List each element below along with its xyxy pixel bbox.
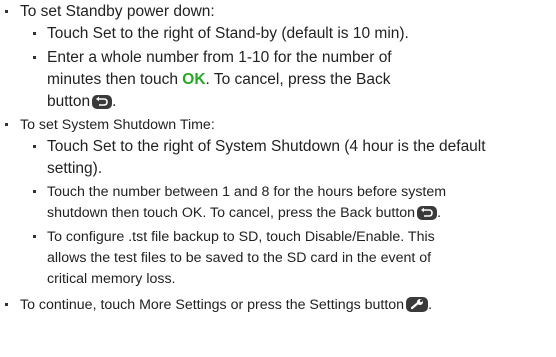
instruction-document: To set Standby power down: Touch Set to … (0, 0, 556, 357)
shutdown-step-1-line-2: setting). (47, 160, 103, 177)
standby-step-2-line-3: button (47, 93, 91, 110)
shutdown-step-3-line-1: To configure .tst file backup to SD, tou… (47, 229, 435, 245)
shutdown-step-1-cont: setting). (0, 159, 556, 179)
standby-step-2-cont-1: minutes then touch OK. To cancel, press … (0, 70, 556, 90)
bullet (33, 145, 36, 148)
bullet (33, 190, 36, 193)
shutdown-heading-item: To set System Shutdown Time: (0, 115, 556, 135)
shutdown-step-2-period: . (437, 205, 442, 221)
continue-item: To continue, touch More Settings or pres… (0, 295, 556, 315)
shutdown-heading-text: To set System Shutdown Time: (20, 117, 215, 133)
standby-step-2-period: . (112, 93, 117, 110)
standby-step-2-line-2: minutes then touch (47, 71, 183, 88)
standby-step-2-line-2-end: . To cancel, press the Back (205, 71, 391, 88)
standby-step-2-line-1: Enter a whole number from 1-10 for the n… (47, 49, 392, 66)
continue-text: To continue, touch More Settings or pres… (20, 297, 405, 313)
shutdown-step-1-line-1: Touch Set to the right of System Shutdow… (47, 138, 486, 155)
standby-heading-text: To set Standby power down: (20, 3, 215, 20)
shutdown-step-2-line-1: Touch the number between 1 and 8 for the… (47, 184, 447, 200)
bullet (5, 303, 8, 306)
shutdown-step-2-cont: shutdown then touch OK. To cancel, press… (0, 203, 556, 223)
standby-step-2-cont-2: button . (0, 92, 556, 112)
shutdown-step-1: Touch Set to the right of System Shutdow… (0, 137, 556, 157)
back-button-icon (417, 206, 438, 220)
standby-heading-item: To set Standby power down: (0, 2, 556, 22)
bullet (33, 235, 36, 238)
standby-step-1-text: Touch Set to the right of Stand-by (defa… (47, 25, 409, 42)
shutdown-step-2: Touch the number between 1 and 8 for the… (0, 182, 556, 202)
settings-wrench-icon (406, 297, 429, 312)
continue-period: . (428, 297, 433, 313)
standby-step-2: Enter a whole number from 1-10 for the n… (0, 48, 556, 68)
bullet (5, 123, 8, 126)
standby-step-1: Touch Set to the right of Stand-by (defa… (0, 24, 556, 44)
bullet (5, 10, 8, 13)
shutdown-step-3-cont-1: allows the test files to be saved to the… (0, 248, 556, 268)
bullet (33, 56, 36, 59)
ok-label: OK (182, 71, 206, 88)
shutdown-step-3: To configure .tst file backup to SD, tou… (0, 227, 556, 247)
bullet (33, 32, 36, 35)
shutdown-step-3-cont-2: critical memory loss. (0, 269, 556, 289)
back-button-icon (92, 95, 113, 109)
shutdown-step-3-line-3: critical memory loss. (47, 271, 176, 287)
shutdown-step-2-line-2: shutdown then touch OK. To cancel, press… (47, 205, 416, 221)
shutdown-step-3-line-2: allows the test files to be saved to the… (47, 250, 432, 266)
